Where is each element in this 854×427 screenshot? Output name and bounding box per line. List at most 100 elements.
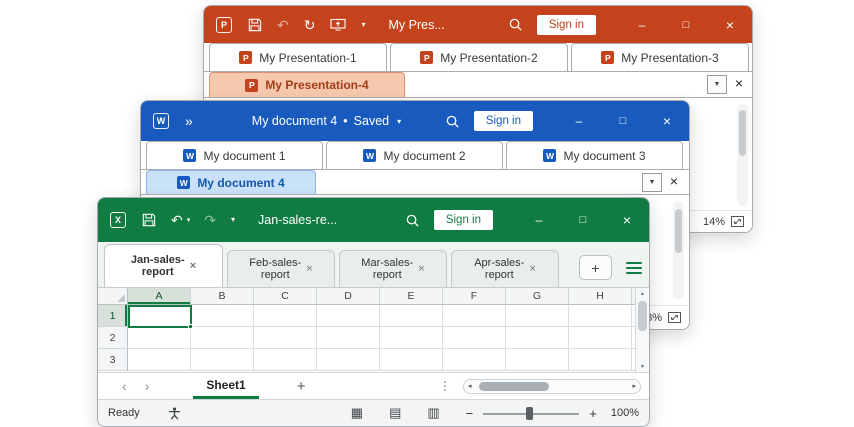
zoom-out-button[interactable]: − xyxy=(466,406,474,421)
close-tab-button[interactable]: × xyxy=(730,75,748,91)
vertical-scrollbar[interactable] xyxy=(673,201,684,299)
grid-cell[interactable] xyxy=(569,349,632,371)
scroll-down-icon[interactable]: ▾ xyxy=(641,363,644,370)
add-sheet-button[interactable]: + xyxy=(297,378,306,395)
vertical-scrollbar[interactable] xyxy=(737,104,748,206)
zoom-in-button[interactable]: + xyxy=(589,406,597,421)
column-header-c[interactable]: C xyxy=(254,288,317,305)
redo-icon[interactable]: ↻ xyxy=(304,18,316,32)
grid-cell[interactable] xyxy=(254,327,317,349)
quick-access-overflow-icon[interactable]: » xyxy=(185,114,193,128)
grid-cell[interactable] xyxy=(506,327,569,349)
normal-view-icon[interactable]: ▦ xyxy=(351,405,363,421)
redo-icon[interactable]: ↷ xyxy=(204,213,216,227)
close-tab-icon[interactable]: × xyxy=(306,263,312,275)
undo-dropdown-icon[interactable]: ▾ xyxy=(187,217,191,224)
row-header-1[interactable]: 1 xyxy=(98,305,128,327)
customize-toolbar-chevron-icon[interactable]: ▾ xyxy=(231,216,235,224)
zoom-level[interactable]: 100% xyxy=(611,407,639,419)
page-break-view-icon[interactable]: ▥ xyxy=(427,405,439,421)
tab-my-presentation-4-active[interactable]: P My Presentation-4 xyxy=(209,72,405,97)
sign-in-button[interactable]: Sign in xyxy=(537,15,596,35)
scrollbar-thumb[interactable] xyxy=(638,301,647,331)
grid-cell[interactable] xyxy=(443,305,506,327)
tab-my-document-1[interactable]: W My document 1 xyxy=(146,141,323,169)
maximize-button[interactable]: □ xyxy=(601,101,645,141)
tab-my-document-4-active[interactable]: W My document 4 xyxy=(146,170,316,194)
slider-thumb[interactable] xyxy=(526,407,533,420)
search-icon[interactable] xyxy=(445,114,460,129)
zoom-slider[interactable] xyxy=(483,407,579,420)
sheet-nav-left[interactable]: ‹ xyxy=(122,378,127,394)
scroll-left-icon[interactable]: ◂ xyxy=(468,382,472,390)
selected-cell-a1[interactable] xyxy=(128,305,192,328)
fit-to-window-icon[interactable] xyxy=(668,312,681,323)
grid-cell[interactable] xyxy=(569,327,632,349)
undo-icon[interactable]: ↶ xyxy=(171,213,183,227)
close-button[interactable]: × xyxy=(645,101,689,141)
grid-cell[interactable] xyxy=(443,349,506,371)
tab-list-dropdown-button[interactable]: ▼ xyxy=(642,173,662,192)
sheet-nav-right[interactable]: › xyxy=(145,378,150,394)
select-all-corner[interactable] xyxy=(98,288,128,305)
column-header-h[interactable]: H xyxy=(569,288,632,305)
scroll-right-icon[interactable]: ▸ xyxy=(632,382,636,390)
accessibility-checker-icon[interactable] xyxy=(168,407,181,420)
grid-cell[interactable] xyxy=(128,349,191,371)
tab-my-presentation-1[interactable]: P My Presentation-1 xyxy=(209,43,387,71)
close-button[interactable]: × xyxy=(605,198,649,242)
workbook-tab-mar-sales-report[interactable]: Mar-sales- report × xyxy=(339,250,447,287)
customize-toolbar-chevron-icon[interactable]: ▾ xyxy=(361,21,365,29)
maximize-button[interactable]: □ xyxy=(664,6,708,43)
grid-cell[interactable] xyxy=(254,349,317,371)
column-header-e[interactable]: E xyxy=(380,288,443,305)
workbook-tab-jan-sales-report[interactable]: Jan-sales- report × xyxy=(104,244,223,287)
close-tab-button[interactable]: × xyxy=(665,173,683,189)
sign-in-button[interactable]: Sign in xyxy=(434,210,493,230)
row-header-3[interactable]: 3 xyxy=(98,349,128,371)
grid-cell[interactable] xyxy=(506,349,569,371)
grid-cell[interactable] xyxy=(380,327,443,349)
row-header-2[interactable]: 2 xyxy=(98,327,128,349)
present-icon[interactable] xyxy=(330,18,346,31)
horizontal-scrollbar[interactable]: ◂ ▸ xyxy=(463,379,641,394)
save-icon[interactable] xyxy=(142,213,156,227)
column-header-f[interactable]: F xyxy=(443,288,506,305)
workbook-tab-feb-sales-report[interactable]: Feb-sales- report × xyxy=(227,250,335,287)
grid-cell[interactable] xyxy=(254,305,317,327)
close-button[interactable]: × xyxy=(708,6,752,43)
sign-in-button[interactable]: Sign in xyxy=(474,111,533,131)
column-header-a[interactable]: A xyxy=(128,288,191,305)
fit-to-window-icon[interactable] xyxy=(731,216,744,227)
workbook-tab-apr-sales-report[interactable]: Apr-sales- report × xyxy=(451,250,559,287)
grid-cell[interactable] xyxy=(191,349,254,371)
fill-handle[interactable] xyxy=(188,324,193,329)
minimize-button[interactable]: – xyxy=(517,198,561,242)
maximize-button[interactable]: □ xyxy=(561,198,605,242)
sheet-tab-sheet1[interactable]: Sheet1 xyxy=(193,373,258,399)
column-header-g[interactable]: G xyxy=(506,288,569,305)
search-icon[interactable] xyxy=(405,213,420,228)
close-tab-icon[interactable]: × xyxy=(190,260,196,272)
grid-cell[interactable] xyxy=(317,349,380,371)
scrollbar-thumb[interactable] xyxy=(675,209,682,253)
close-tab-icon[interactable]: × xyxy=(418,263,424,275)
scrollbar-thumb[interactable] xyxy=(479,382,549,391)
undo-icon[interactable]: ↶ xyxy=(277,18,289,32)
kebab-menu-icon[interactable]: ⋮ xyxy=(439,379,451,393)
grid-cell[interactable] xyxy=(317,305,380,327)
grid-cell[interactable] xyxy=(191,327,254,349)
tab-my-presentation-2[interactable]: P My Presentation-2 xyxy=(390,43,568,71)
column-header-b[interactable]: B xyxy=(191,288,254,305)
minimize-button[interactable]: – xyxy=(557,101,601,141)
column-header-d[interactable]: D xyxy=(317,288,380,305)
grid-cell[interactable] xyxy=(380,349,443,371)
grid-cell[interactable] xyxy=(443,327,506,349)
scrollbar-thumb[interactable] xyxy=(739,110,746,156)
close-tab-icon[interactable]: × xyxy=(529,263,535,275)
grid-cell[interactable] xyxy=(569,305,632,327)
grid-cell[interactable] xyxy=(191,305,254,327)
tab-menu-icon[interactable] xyxy=(626,262,642,274)
grid-cell[interactable] xyxy=(506,305,569,327)
zoom-level[interactable]: 14% xyxy=(703,216,725,228)
